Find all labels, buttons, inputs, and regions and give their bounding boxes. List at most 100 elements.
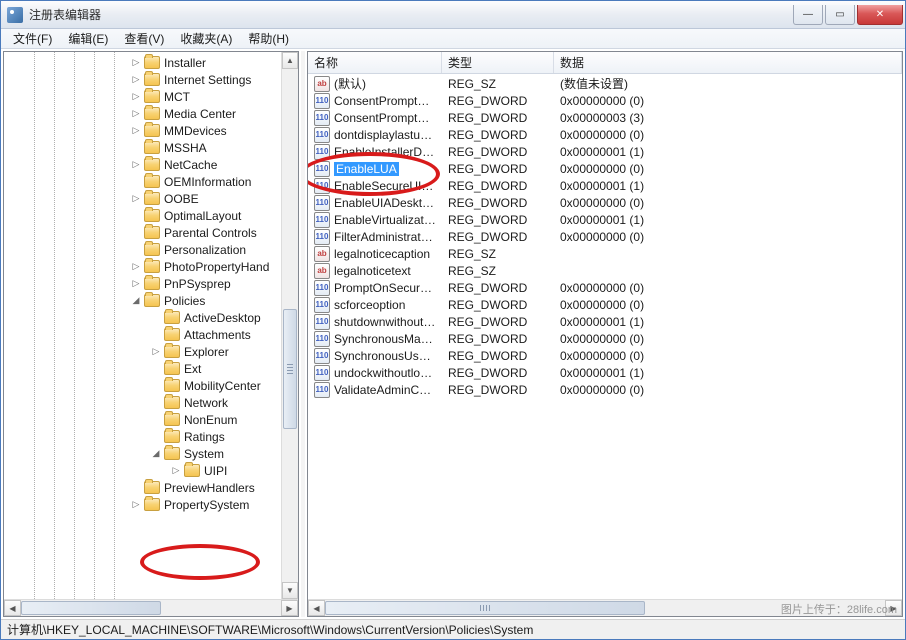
folder-icon [144, 481, 160, 494]
value-type: REG_SZ [442, 264, 554, 278]
tree-item[interactable]: ▷Attachments [4, 326, 281, 343]
value-row[interactable]: ab(默认)REG_SZ(数值未设置) [308, 75, 902, 92]
tree-item[interactable]: ▷OOBE [4, 190, 281, 207]
value-row[interactable]: 110EnableUIADeskto...REG_DWORD0x00000000… [308, 194, 902, 211]
tree-item[interactable]: ◢System [4, 445, 281, 462]
tree-item[interactable]: ▷Installer [4, 54, 281, 71]
value-row[interactable]: 110SynchronousMach...REG_DWORD0x00000000… [308, 330, 902, 347]
tree-item[interactable]: ▷Personalization [4, 241, 281, 258]
value-data: 0x00000001 (1) [554, 145, 902, 159]
tree-item-label: MCT [164, 90, 190, 104]
tree-scrollbar-vertical[interactable]: ▲ ▼ [281, 52, 298, 599]
menu-favorites[interactable]: 收藏夹(A) [172, 28, 240, 49]
titlebar[interactable]: 注册表编辑器 — ▭ ✕ [1, 1, 905, 29]
expand-icon[interactable]: ▷ [130, 499, 142, 511]
value-row[interactable]: 110undockwithoutlog...REG_DWORD0x0000000… [308, 364, 902, 381]
tree-item[interactable]: ▷ActiveDesktop [4, 309, 281, 326]
menu-help[interactable]: 帮助(H) [240, 28, 297, 49]
reg-dword-icon: 110 [314, 382, 330, 398]
expand-icon[interactable]: ▷ [130, 261, 142, 273]
column-name[interactable]: 名称 [308, 52, 442, 73]
close-button[interactable]: ✕ [857, 5, 903, 25]
tree-item[interactable]: ▷Internet Settings [4, 71, 281, 88]
value-row[interactable]: 110shutdownwithoutl...REG_DWORD0x0000000… [308, 313, 902, 330]
tree-item[interactable]: ▷Network [4, 394, 281, 411]
tree-item-label: NetCache [164, 158, 217, 172]
value-row[interactable]: 110PromptOnSecureD...REG_DWORD0x00000000… [308, 279, 902, 296]
scroll-left-button[interactable]: ◀ [4, 600, 21, 616]
tree-item[interactable]: ▷ NetCache [4, 156, 281, 173]
tree-item[interactable]: ▷Media Center [4, 105, 281, 122]
folder-icon [144, 294, 160, 307]
value-row[interactable]: 110EnableInstallerDet...REG_DWORD0x00000… [308, 143, 902, 160]
expand-icon[interactable]: ▷ [150, 346, 162, 358]
tree-item[interactable]: ▷OEMInformation [4, 173, 281, 190]
scroll-left-button[interactable]: ◀ [308, 600, 325, 616]
tree-item[interactable]: ▷Parental Controls [4, 224, 281, 241]
expand-icon[interactable]: ▷ [170, 465, 182, 477]
value-name: ValidateAdminCod... [334, 383, 436, 397]
collapse-icon[interactable]: ◢ [150, 448, 162, 460]
value-row[interactable]: 110EnableVirtualizationREG_DWORD0x000000… [308, 211, 902, 228]
collapse-icon[interactable]: ◢ [130, 295, 142, 307]
pane-splitter[interactable] [301, 51, 305, 617]
maximize-button[interactable]: ▭ [825, 5, 855, 25]
value-row[interactable]: ablegalnoticetextREG_SZ [308, 262, 902, 279]
value-type: REG_DWORD [442, 383, 554, 397]
folder-icon [164, 328, 180, 341]
tree-item-label: OEMInformation [164, 175, 251, 189]
tree-item[interactable]: ▷MMDevices [4, 122, 281, 139]
tree-item[interactable]: ▷Ratings [4, 428, 281, 445]
tree-item[interactable]: ▷MobilityCenter [4, 377, 281, 394]
tree-item[interactable]: ▷NonEnum [4, 411, 281, 428]
menu-view[interactable]: 查看(V) [116, 28, 172, 49]
tree-item[interactable]: ▷PropertySystem [4, 496, 281, 513]
value-row[interactable]: 110ValidateAdminCod...REG_DWORD0x0000000… [308, 381, 902, 398]
column-data[interactable]: 数据 [554, 52, 902, 73]
value-row[interactable]: 110SynchronousUserG...REG_DWORD0x0000000… [308, 347, 902, 364]
value-data: 0x00000003 (3) [554, 111, 902, 125]
value-row[interactable]: ablegalnoticecaptionREG_SZ [308, 245, 902, 262]
value-row[interactable]: 110dontdisplaylastuse...REG_DWORD0x00000… [308, 126, 902, 143]
value-row[interactable]: 110ConsentPromptBe...REG_DWORD0x00000000… [308, 92, 902, 109]
values-list[interactable]: ab(默认)REG_SZ(数值未设置)110ConsentPromptBe...… [308, 74, 902, 599]
tree-item[interactable]: ▷MSSHA [4, 139, 281, 156]
expand-icon[interactable]: ▷ [130, 159, 142, 171]
tree-item[interactable]: ▷ MCT [4, 88, 281, 105]
scroll-right-button[interactable]: ▶ [281, 600, 298, 616]
menu-edit[interactable]: 编辑(E) [60, 28, 116, 49]
folder-icon [164, 430, 180, 443]
scroll-down-button[interactable]: ▼ [282, 582, 298, 599]
value-row[interactable]: 110EnableSecureUIAP...REG_DWORD0x0000000… [308, 177, 902, 194]
expand-icon[interactable]: ▷ [130, 278, 142, 290]
tree-item[interactable]: ▷PnPSysprep [4, 275, 281, 292]
value-row[interactable]: 110scforceoptionREG_DWORD0x00000000 (0) [308, 296, 902, 313]
column-type[interactable]: 类型 [442, 52, 554, 73]
tree-item[interactable]: ▷Explorer [4, 343, 281, 360]
scroll-up-button[interactable]: ▲ [282, 52, 298, 69]
value-type: REG_DWORD [442, 145, 554, 159]
expand-icon[interactable]: ▷ [130, 193, 142, 205]
tree-view[interactable]: ▷Installer▷Internet Settings▷MCT▷Media C… [4, 52, 281, 599]
value-row[interactable]: 110ConsentPromptBe...REG_DWORD0x00000003… [308, 109, 902, 126]
value-row[interactable]: 110FilterAdministrator...REG_DWORD0x0000… [308, 228, 902, 245]
menu-file[interactable]: 文件(F) [5, 28, 60, 49]
expand-icon[interactable]: ▷ [130, 125, 142, 137]
folder-icon [144, 498, 160, 511]
value-row[interactable]: 110EnableLUAREG_DWORD0x00000000 (0) [308, 160, 902, 177]
tree-item[interactable]: ▷OptimalLayout [4, 207, 281, 224]
tree-item[interactable]: ▷UIPI [4, 462, 281, 479]
value-name: undockwithoutlog... [334, 366, 436, 380]
value-name: SynchronousMach... [334, 332, 436, 346]
tree-scrollbar-horizontal[interactable]: ◀ ▶ [4, 599, 298, 616]
tree-item[interactable]: ▷Ext [4, 360, 281, 377]
tree-item[interactable]: ◢Policies [4, 292, 281, 309]
minimize-button[interactable]: — [793, 5, 823, 25]
expand-icon[interactable]: ▷ [130, 108, 142, 120]
expand-icon[interactable]: ▷ [130, 91, 142, 103]
value-type: REG_DWORD [442, 94, 554, 108]
expand-icon[interactable]: ▷ [130, 74, 142, 86]
tree-item[interactable]: ▷PhotoPropertyHand [4, 258, 281, 275]
expand-icon[interactable]: ▷ [130, 57, 142, 69]
tree-item[interactable]: ▷PreviewHandlers [4, 479, 281, 496]
